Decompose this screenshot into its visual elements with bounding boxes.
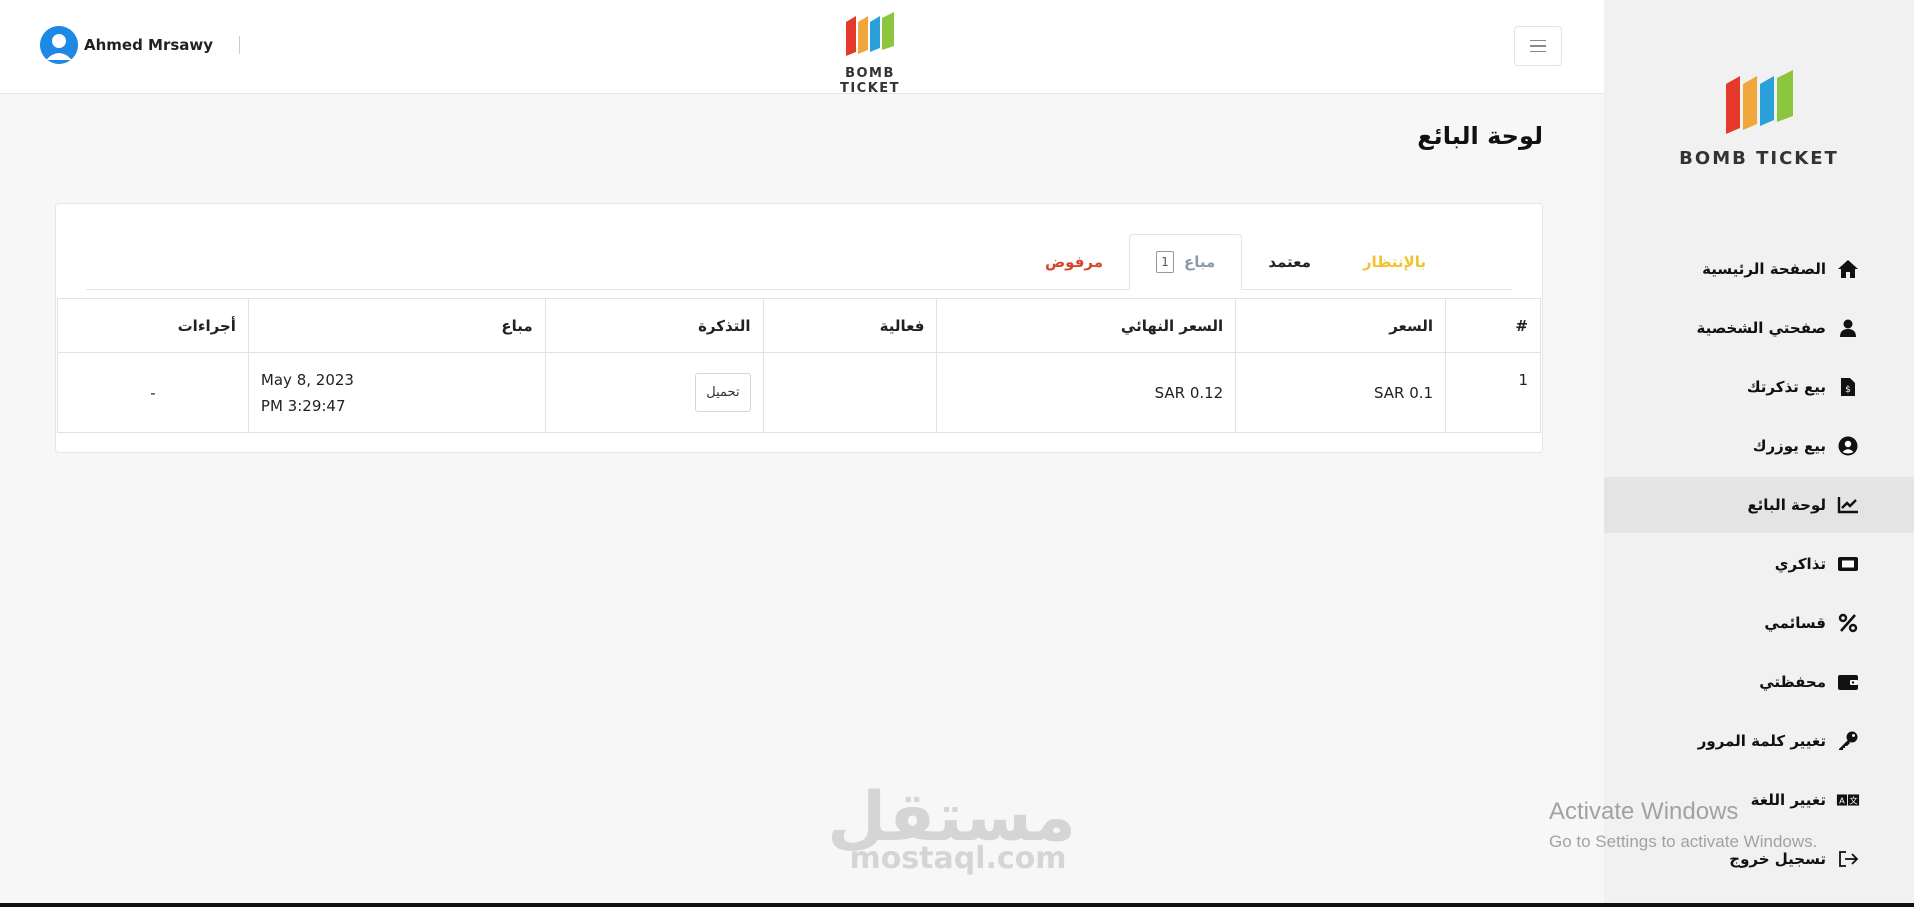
taskbar-edge bbox=[0, 903, 1914, 907]
logo-icon bbox=[1726, 70, 1793, 134]
sidebar-item-label: بيع يوزرك bbox=[1752, 437, 1826, 455]
sidebar-item-label: تسجيل خروج bbox=[1729, 850, 1826, 868]
activate-subtitle: Go to Settings to activate Windows. bbox=[1549, 832, 1818, 851]
header-logo[interactable]: BOMB TICKET bbox=[815, 12, 925, 96]
sold-date: May 8, 2023 bbox=[260, 370, 354, 389]
user-name[interactable]: Ahmed Mrsawy bbox=[84, 36, 213, 54]
language-icon: A文 bbox=[1836, 788, 1860, 812]
mostaql-watermark: مستقل mostaql.com bbox=[827, 784, 1076, 876]
activate-title: Activate Windows bbox=[1549, 798, 1739, 825]
sidebar-item-label: تغيير كلمة المرور bbox=[1697, 732, 1826, 750]
sidebar-item-coupons[interactable]: قسائمي bbox=[1604, 595, 1914, 651]
svg-text:$: $ bbox=[1845, 385, 1851, 395]
sidebar-item-label: بيع تذكرتك bbox=[1746, 378, 1826, 396]
cell-number: 1 bbox=[1445, 352, 1541, 433]
tab-pending[interactable]: بالإنتظار bbox=[1337, 235, 1452, 289]
file-invoice-icon: $ bbox=[1836, 375, 1860, 399]
cell-sold-date: May 8, 2023 PM 3:29:47 bbox=[247, 352, 546, 433]
col-header-sold: مباع bbox=[247, 298, 546, 353]
seller-dashboard-card: بالإنتظار معتمد مباع 1 مرفوض # السعر الس… bbox=[55, 203, 1543, 453]
table-spacer-row bbox=[57, 432, 1541, 453]
hamburger-icon bbox=[1530, 39, 1546, 42]
table-header-row: # السعر السعر النهائي فعالية التذكرة مبا… bbox=[57, 298, 1541, 353]
user-icon bbox=[1836, 316, 1860, 340]
cell-event bbox=[762, 352, 938, 433]
ticket-icon bbox=[1836, 552, 1860, 576]
sidebar-item-label: محفظتي bbox=[1759, 673, 1826, 691]
col-header-price: السعر bbox=[1235, 298, 1447, 353]
tab-sold[interactable]: مباع 1 bbox=[1129, 234, 1243, 290]
cell-ticket: تحميل bbox=[544, 352, 764, 433]
sidebar-logo[interactable]: BOMB TICKET bbox=[1604, 70, 1914, 169]
svg-text:A: A bbox=[1839, 796, 1845, 806]
sidebar-item-my-tickets[interactable]: تذاكري bbox=[1604, 536, 1914, 592]
col-header-final-price: السعر النهائي bbox=[936, 298, 1237, 353]
sidebar-item-label: صفحتي الشخصية bbox=[1696, 319, 1826, 337]
percent-icon bbox=[1836, 611, 1860, 635]
tab-rejected[interactable]: مرفوض bbox=[1019, 235, 1129, 289]
col-header-number: # bbox=[1445, 298, 1541, 353]
top-header: Ahmed Mrsawy BOMB TICKET bbox=[0, 0, 1604, 96]
home-icon bbox=[1836, 257, 1860, 281]
sidebar-item-label: قسائمي bbox=[1764, 614, 1826, 632]
sold-time: PM 3:29:47 bbox=[260, 396, 346, 415]
logo-icon bbox=[846, 12, 894, 56]
sidebar-item-profile[interactable]: صفحتي الشخصية bbox=[1604, 300, 1914, 356]
sidebar-item-change-password[interactable]: تغيير كلمة المرور bbox=[1604, 713, 1914, 769]
tab-approved[interactable]: معتمد bbox=[1242, 235, 1337, 289]
download-ticket-button[interactable]: تحميل bbox=[695, 373, 751, 412]
sidebar-item-label: الصفحة الرئيسية bbox=[1702, 260, 1826, 278]
brand-name: BOMB TICKET bbox=[1679, 148, 1839, 169]
brand-name: BOMB TICKET bbox=[839, 66, 901, 96]
col-header-ticket: التذكرة bbox=[544, 298, 764, 353]
sidebar-nav: الصفحة الرئيسية صفحتي الشخصية $ بيع تذكر… bbox=[1604, 241, 1914, 890]
sidebar: BOMB TICKET الصفحة الرئيسية صفحتي الشخصي… bbox=[1604, 0, 1914, 907]
key-icon bbox=[1836, 729, 1860, 753]
avatar[interactable] bbox=[40, 26, 78, 64]
cell-final-price: SAR 0.12 bbox=[936, 352, 1237, 433]
divider bbox=[239, 36, 241, 54]
col-header-event: فعالية bbox=[762, 298, 938, 353]
wallet-icon bbox=[1836, 670, 1860, 694]
cell-actions: - bbox=[57, 352, 249, 433]
sidebar-item-home[interactable]: الصفحة الرئيسية bbox=[1604, 241, 1914, 297]
cell-price: SAR 0.1 bbox=[1235, 352, 1447, 433]
activate-windows-watermark: Activate Windows Go to Settings to activ… bbox=[1549, 798, 1817, 852]
chart-line-icon bbox=[1836, 493, 1860, 517]
table-row: 1 SAR 0.1 SAR 0.12 تحميل May 8, 2023 PM … bbox=[57, 352, 1541, 433]
sold-count-badge: 1 bbox=[1156, 251, 1175, 273]
user-profile[interactable]: Ahmed Mrsawy bbox=[40, 26, 241, 64]
sidebar-item-seller-dashboard[interactable]: لوحة البائع bbox=[1604, 477, 1914, 533]
logout-icon bbox=[1836, 847, 1860, 871]
svg-text:文: 文 bbox=[1849, 796, 1858, 806]
sidebar-item-sell-ticket[interactable]: $ بيع تذكرتك bbox=[1604, 359, 1914, 415]
page-title: لوحة البائع bbox=[1417, 122, 1543, 150]
tab-sold-label: مباع bbox=[1184, 253, 1216, 271]
watermark-english: mostaql.com bbox=[849, 841, 1067, 876]
sidebar-item-label: لوحة البائع bbox=[1747, 496, 1826, 514]
status-tabs: بالإنتظار معتمد مباع 1 مرفوض bbox=[86, 234, 1512, 290]
col-header-actions: أجراءات bbox=[57, 298, 249, 353]
sidebar-item-wallet[interactable]: محفظتي bbox=[1604, 654, 1914, 710]
sidebar-item-label: تذاكري bbox=[1774, 555, 1826, 573]
user-circle-icon bbox=[1836, 434, 1860, 458]
sidebar-item-sell-user[interactable]: بيع يوزرك bbox=[1604, 418, 1914, 474]
sales-table: # السعر السعر النهائي فعالية التذكرة مبا… bbox=[57, 298, 1541, 453]
menu-toggle-button[interactable] bbox=[1514, 26, 1562, 66]
